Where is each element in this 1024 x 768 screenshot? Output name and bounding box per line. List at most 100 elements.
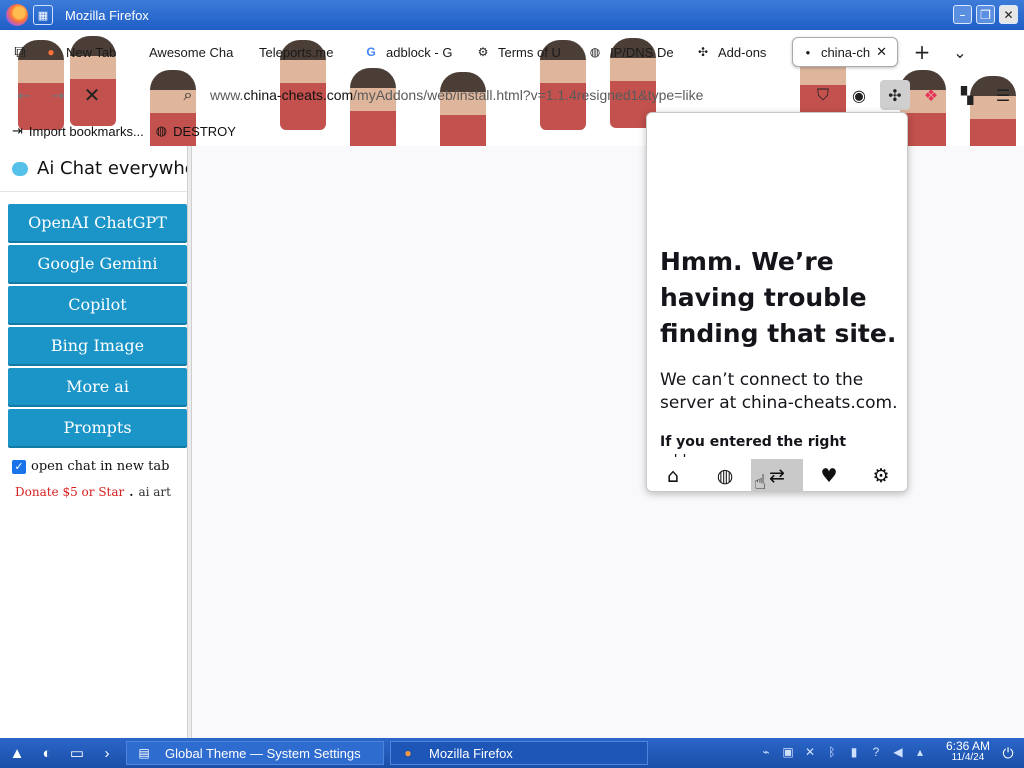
chat-bubble-icon [12, 161, 28, 176]
power-icon[interactable]: ⏻ [998, 743, 1018, 763]
open-in-new-tab-checkbox[interactable]: ✓ [12, 459, 26, 474]
more-ai-button[interactable]: More ai [8, 368, 187, 405]
forward-button[interactable]: → [44, 81, 72, 109]
stop-button[interactable]: ✕ [78, 81, 106, 109]
tab-awesome-chat[interactable]: Awesome Cha [139, 37, 249, 67]
tab-label: Teleports.me [259, 44, 334, 60]
tab-overview-icon[interactable]: ⧉ [6, 38, 34, 66]
tab-new-tab[interactable]: ● New Tab [34, 37, 139, 67]
globe-icon: ◍ [155, 123, 168, 138]
settings-icon: ▤ [138, 746, 150, 760]
apps-grid-icon[interactable]: ▚ [952, 80, 982, 110]
tab-strip: ⧉ ● New Tab Awesome Cha Teleports.me G a… [0, 36, 1024, 68]
pocket-icon[interactable]: ⛉ [808, 80, 838, 110]
tab-label: adblock - G [386, 44, 453, 60]
tab-label: china-ch [820, 44, 871, 60]
minimize-button[interactable]: – [953, 5, 972, 24]
menu-icon[interactable]: ☰ [988, 80, 1018, 110]
url-prefix: www. [210, 87, 244, 103]
task-system-settings[interactable]: ▤ Global Theme — System Settings [126, 741, 384, 765]
close-window-button[interactable]: ✕ [999, 5, 1018, 24]
extensions-icon[interactable]: ✣ [880, 80, 910, 110]
google-gemini-button[interactable]: Google Gemini [8, 245, 187, 282]
task-label: Global Theme — System Settings [165, 745, 361, 761]
link-separator: . [129, 485, 134, 499]
tab-label: IP/DNS De [610, 44, 674, 60]
home-icon[interactable]: ⌂ [647, 459, 699, 491]
taskbar: ▲ ◐ ▭ › ▤ Global Theme — System Settings… [0, 738, 1024, 768]
error-message: We can’t connect to the server at china-… [660, 370, 898, 413]
network-icon[interactable]: ⌁ [758, 742, 774, 762]
clock[interactable]: 6:36 AM 11/4/24 [946, 740, 990, 764]
tab-label: Awesome Cha [149, 44, 234, 60]
help-icon[interactable]: ? [868, 742, 884, 762]
bookmark-destroy[interactable]: ◍ DESTROY [156, 123, 236, 139]
url-host: china-cheats.com [243, 87, 354, 103]
prompts-button[interactable]: Prompts [8, 409, 187, 446]
tab-ip-dns[interactable]: ◍ IP/DNS De [578, 37, 686, 67]
openai-chatgpt-button[interactable]: OpenAI ChatGPT [8, 204, 187, 241]
tab-china-cheats[interactable]: ● china-ch ✕ [792, 37, 898, 67]
globe-icon[interactable]: ◍ [699, 459, 751, 491]
dot-icon: ● [805, 47, 811, 57]
account-icon[interactable]: ◉ [844, 80, 874, 110]
close-tab-icon[interactable]: ✕ [876, 44, 887, 60]
task-firefox[interactable]: ● Mozilla Firefox [390, 741, 648, 765]
navigation-bar: ← → ✕ ⌕ www. china-cheats.com/myAddons/we… [0, 76, 1024, 114]
error-hint: If you entered the right [660, 434, 847, 450]
gear-icon: ⚙ [477, 45, 489, 59]
tab-adblock[interactable]: G adblock - G [354, 37, 466, 67]
tab-teleports[interactable]: Teleports.me [249, 37, 354, 67]
firefox-logo-icon [6, 4, 28, 26]
back-button[interactable]: ← [10, 81, 38, 109]
clock-time: 6:36 AM [945, 739, 990, 753]
sidebar-links: Donate $5 or Star. ai art [15, 485, 171, 499]
tab-label: New Tab [66, 44, 117, 60]
error-hint-cut: address, you can: [660, 453, 898, 457]
firefox-icon: ● [47, 45, 55, 59]
clock-date: 11/4/24 [951, 752, 985, 763]
error-heading: Hmm. We’re having trouble finding that s… [660, 247, 897, 348]
terminal-icon[interactable]: › [94, 740, 120, 766]
heart-icon[interactable]: ♥ [803, 459, 855, 491]
url-bar[interactable]: www. china-cheats.com/myAddons/web/instal… [172, 80, 800, 110]
ai-art-link[interactable]: ai art [138, 485, 171, 499]
window-menu-icon[interactable]: ▦ [33, 5, 53, 25]
ai-extension-icon[interactable]: ❖ [916, 80, 946, 110]
bluetooth-icon[interactable]: ᛒ [824, 742, 840, 762]
open-in-new-tab-option: ✓ open chat in new tab [12, 459, 169, 474]
url-path: /myAddons/web/install.html?v=1.1.4resign… [353, 87, 704, 103]
battery-icon[interactable]: ▮ [846, 742, 862, 762]
file-manager-icon[interactable]: ▭ [64, 740, 90, 766]
tray-expand-icon[interactable]: ▴ [912, 742, 928, 762]
app-launcher-icon[interactable]: ▲ [4, 740, 30, 766]
copilot-button[interactable]: Copilot [8, 286, 187, 323]
sidebar-splitter[interactable] [188, 146, 192, 738]
checkbox-label: open chat in new tab [31, 459, 170, 474]
ai-chat-sidebar: Ai Chat everywhere OpenAI ChatGPT Google… [0, 146, 188, 738]
browser-launcher-icon[interactable]: ◐ [34, 740, 60, 766]
bookmark-import[interactable]: ⇥ Import bookmarks... [12, 123, 144, 139]
volume-icon[interactable]: ◀ [890, 742, 906, 762]
window-title: Mozilla Firefox [65, 7, 149, 23]
tab-label: Terms of U [498, 44, 561, 60]
gear-icon[interactable]: ⚙ [855, 459, 907, 491]
tab-addons[interactable]: ✣ Add-ons [686, 37, 790, 67]
sidebar-title: Ai Chat everywhere [37, 158, 187, 179]
clipboard-icon[interactable]: ▣ [780, 742, 796, 762]
new-tab-button[interactable]: + [908, 38, 936, 66]
mute-icon[interactable]: ✕ [802, 742, 818, 762]
bing-image-button[interactable]: Bing Image [8, 327, 187, 364]
system-tray: ⌁ ▣ ✕ ᛒ ▮ ? ◀ ▴ [758, 742, 928, 762]
task-label: Mozilla Firefox [429, 745, 513, 761]
import-icon: ⇥ [12, 123, 23, 138]
window-controls: – ❐ ✕ [953, 5, 1018, 24]
maximize-button[interactable]: ❐ [976, 5, 995, 24]
list-all-tabs-button[interactable]: ⌄ [946, 38, 974, 66]
tab-label: Add-ons [718, 44, 767, 60]
tab-terms[interactable]: ⚙ Terms of U [466, 37, 578, 67]
window-titlebar: ▦ Mozilla Firefox – ❐ ✕ [0, 0, 1024, 30]
donate-link[interactable]: Donate $5 or Star [15, 485, 124, 499]
desktop-screen: ▦ Mozilla Firefox – ❐ ✕ ⧉ ● New Tab Awes… [0, 0, 1024, 768]
firefox-icon: ● [404, 746, 412, 760]
